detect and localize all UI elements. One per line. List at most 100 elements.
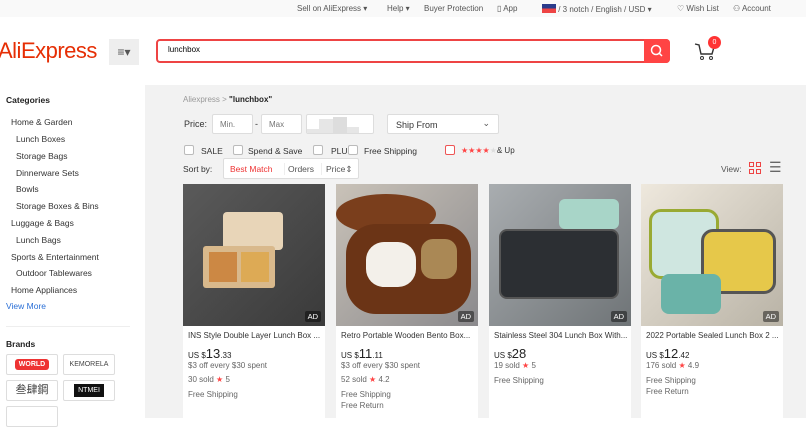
search-bar [156,39,670,63]
grid-view-icon[interactable] [749,162,761,174]
product-card[interactable]: AD Retro Portable Wooden Bento Box... US… [336,184,478,424]
star-icon: ★ [216,375,224,384]
ad-badge: AD [304,311,321,322]
ship-from-dropdown[interactable]: Ship From ⌄ [387,114,499,134]
user-icon: ⚇ [733,4,741,13]
breadcrumb-current: "lunchbox" [229,95,273,104]
product-title[interactable]: Stainless Steel 304 Lunch Box With... [494,331,628,340]
sidebar: Categories Home & Garden Lunch Boxes Sto… [0,85,145,427]
product-price: US $13.33 [188,346,232,361]
buyer-protection-link[interactable]: Buyer Protection [424,4,483,13]
sort-best-match[interactable]: Best Match [230,164,273,174]
sort-options: Best Match Orders Price⇕ [223,158,359,179]
breadcrumb-root[interactable]: Aliexpress [183,95,220,104]
product-card[interactable]: AD Stainless Steel 304 Lunch Box With...… [489,184,631,424]
sold-rating: 30 sold ★ 5 [188,375,230,384]
price-min-input[interactable] [212,114,253,134]
price-label: Price: [184,119,208,129]
sale-checkbox[interactable] [184,145,194,155]
category-sports[interactable]: Sports & Entertainment [11,252,99,262]
categories-menu-button[interactable]: ≡▾ [109,39,139,65]
plus-checkbox[interactable] [313,145,323,155]
search-input[interactable] [168,45,628,54]
star-icon: ★ [522,361,530,370]
help-link[interactable]: Help ▾ [387,4,410,13]
product-card[interactable]: AD 2022 Portable Sealed Lunch Box 2 ... … [641,184,783,424]
brand-ntmei[interactable]: NTMEI [63,380,115,401]
heart-icon: ♡ [677,4,685,13]
star-icon: ★ [678,361,686,370]
product-price: US $28 [494,346,527,361]
brand-kemorela[interactable]: KEMORELA [63,354,115,375]
promo-text: $3 off every $30 spent [341,361,421,370]
sort-orders[interactable]: Orders [288,164,314,174]
sold-rating: 19 sold ★ 5 [494,361,536,370]
list-view-icon[interactable]: ☰ [769,159,782,176]
category-lunch-boxes[interactable]: Lunch Boxes [16,134,65,144]
categories-heading: Categories [6,95,50,105]
account-link[interactable]: ⚇ Account [733,4,771,13]
rating-checkbox[interactable] [445,145,455,155]
brand-world[interactable]: WORLD [6,354,58,375]
ad-badge: AD [457,311,474,322]
brand-5[interactable] [6,406,58,427]
view-more-link[interactable]: View More [6,301,46,311]
sold-rating: 52 sold ★ 4.2 [341,375,390,384]
category-bowls[interactable]: Bowls [16,184,39,194]
product-price: US $12.42 [646,346,690,361]
category-storage-boxes[interactable]: Storage Boxes & Bins [16,201,99,211]
divider [6,326,130,327]
star-icon: ★ [369,375,377,384]
sort-price[interactable]: Price⇕ [326,164,353,175]
price-histogram[interactable] [306,114,374,134]
locale-selector[interactable]: / 3 notch / English / USD ▾ [542,4,652,14]
product-image[interactable]: AD [183,184,325,326]
product-card[interactable]: AD INS Style Double Layer Lunch Box ... … [183,184,325,424]
chevron-down-icon: ⌄ [482,118,490,128]
top-bar: Sell on AliExpress ▾ Help ▾ Buyer Protec… [0,0,806,17]
menu-icon: ≡▾ [117,45,131,59]
cart-count-badge: 0 [708,36,721,49]
promo-text: $3 off every $30 spent [188,361,268,370]
price-max-input[interactable] [261,114,302,134]
product-price: US $11.11 [341,346,383,361]
us-flag-icon [542,4,556,13]
sell-link[interactable]: Sell on AliExpress ▾ [297,4,367,13]
logo[interactable]: AliExpress [0,38,97,64]
category-outdoor-tablewares[interactable]: Outdoor Tablewares [16,268,92,278]
shipping-text: Free Shipping [188,390,238,399]
product-image[interactable]: AD [336,184,478,326]
shipping-text: Free Shipping [341,390,391,399]
header: AliExpress ≡▾ 0 [0,17,806,85]
product-title[interactable]: Retro Portable Wooden Bento Box... [341,331,475,340]
return-text: Free Return [341,401,384,410]
free-shipping-checkbox[interactable] [348,145,358,155]
category-lunch-bags[interactable]: Lunch Bags [16,235,61,245]
phone-icon: ▯ [497,4,502,13]
rating-filter: ★★★★★& Up [461,146,515,155]
product-image[interactable]: AD [641,184,783,326]
category-luggage-bags[interactable]: Luggage & Bags [11,218,74,228]
category-home-appliances[interactable]: Home Appliances [11,285,77,295]
category-storage-bags[interactable]: Storage Bags [16,151,68,161]
category-dinnerware-sets[interactable]: Dinnerware Sets [16,168,79,178]
breadcrumb: Aliexpress > "lunchbox" [183,95,273,104]
app-link[interactable]: ▯ App [497,4,517,13]
brands-heading: Brands [6,339,36,349]
wishlist-link[interactable]: ♡ Wish List [677,4,719,13]
spend-save-checkbox[interactable] [233,145,243,155]
search-icon [650,44,663,57]
category-home-garden[interactable]: Home & Garden [11,117,72,127]
sort-arrows-icon: ⇕ [345,164,353,174]
product-title[interactable]: INS Style Double Layer Lunch Box ... [188,331,322,340]
sold-rating: 176 sold ★ 4.9 [646,361,700,370]
brand-3[interactable]: 叁肆鋼 [6,380,58,401]
product-image[interactable]: AD [489,184,631,326]
ad-badge: AD [762,311,779,322]
shipping-text: Free Shipping [494,376,544,385]
shipping-text: Free Shipping [646,376,696,385]
return-text: Free Return [646,387,689,396]
main-content: Aliexpress > "lunchbox" Price: - Ship Fr… [145,85,806,424]
product-title[interactable]: 2022 Portable Sealed Lunch Box 2 ... [646,331,780,340]
search-button[interactable] [644,39,670,63]
